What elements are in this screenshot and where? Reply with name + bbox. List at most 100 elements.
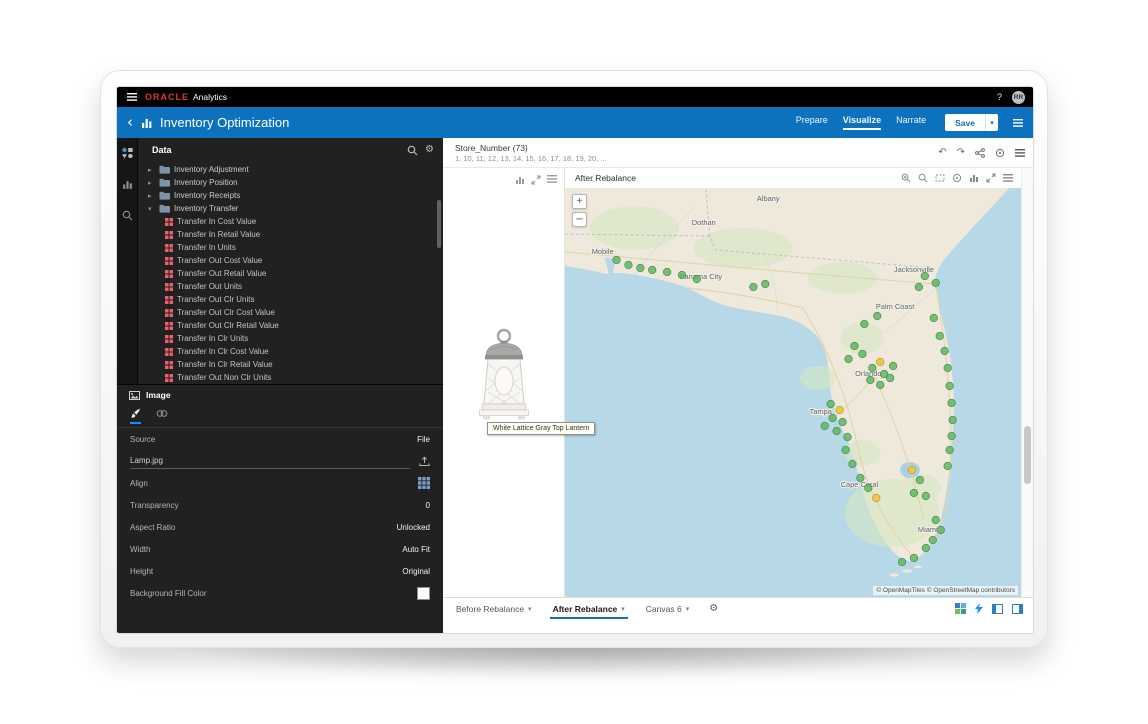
store-point[interactable]	[876, 381, 884, 389]
store-point[interactable]	[886, 374, 894, 382]
tree-measure-item[interactable]: Transfer In Clr Units	[138, 332, 443, 345]
store-point[interactable]	[849, 460, 857, 468]
tab-canvas-6[interactable]: Canvas 6▾	[643, 598, 692, 619]
lantern-image[interactable]	[474, 326, 534, 427]
canvas-scrollbar[interactable]	[1021, 168, 1033, 597]
tree-measure-item[interactable]: Transfer Out Units	[138, 280, 443, 293]
store-point[interactable]	[869, 364, 877, 372]
header-menu-icon[interactable]	[1013, 119, 1023, 127]
store-point[interactable]	[678, 271, 686, 279]
tree-measure-item[interactable]: Transfer In Cost Value	[138, 215, 443, 228]
store-point[interactable]	[876, 358, 884, 366]
store-point[interactable]	[827, 400, 835, 408]
properties-tab-general[interactable]	[130, 408, 141, 424]
tree-folder-item[interactable]: ▸Inventory Receipts	[138, 189, 443, 202]
legend-icon[interactable]	[952, 173, 962, 183]
store-point[interactable]	[949, 416, 957, 424]
image-visualization[interactable]: White Lattice Gray Top Lantern	[443, 168, 565, 597]
store-point[interactable]	[948, 399, 956, 407]
expand-arrow-icon[interactable]: ▸	[148, 166, 155, 174]
store-point[interactable]	[948, 432, 956, 440]
store-point[interactable]	[851, 342, 859, 350]
tab-after-rebalance[interactable]: After Rebalance▾	[550, 598, 628, 619]
visualizations-tab-icon[interactable]	[122, 177, 133, 195]
tree-measure-item[interactable]: Transfer Out Clr Units	[138, 293, 443, 306]
store-point[interactable]	[873, 494, 881, 502]
quick-insights-icon[interactable]	[955, 603, 966, 614]
tree-measure-item[interactable]: Transfer In Clr Retail Value	[138, 358, 443, 371]
select-tool-icon[interactable]	[935, 173, 945, 183]
store-point[interactable]	[663, 268, 671, 276]
maximize-icon[interactable]	[531, 175, 541, 185]
store-point[interactable]	[910, 489, 918, 497]
expand-arrow-icon[interactable]: ▸	[148, 192, 155, 200]
store-point[interactable]	[859, 350, 867, 358]
chevron-down-icon[interactable]: ▾	[528, 605, 532, 613]
tree-measure-item[interactable]: Transfer Out Cost Value	[138, 254, 443, 267]
store-point[interactable]	[839, 418, 847, 426]
store-point[interactable]	[929, 536, 937, 544]
tree-folder-item[interactable]: ▾Inventory Transfer	[138, 202, 443, 215]
color-swatch[interactable]	[417, 587, 430, 600]
tree-measure-item[interactable]: Transfer Out Clr Retail Value	[138, 319, 443, 332]
tree-measure-item[interactable]: Transfer Out Clr Cost Value	[138, 306, 443, 319]
global-menu-icon[interactable]	[127, 93, 137, 101]
viz-menu-icon[interactable]	[1003, 174, 1013, 182]
back-button[interactable]: ‹	[127, 115, 133, 130]
map-canvas[interactable]: AlbanyDothanMobilePanama CityJacksonvill…	[565, 188, 1021, 597]
store-point[interactable]	[944, 364, 952, 372]
zoom-search-icon[interactable]	[918, 173, 928, 183]
avatar[interactable]: RR	[1012, 91, 1025, 104]
store-point[interactable]	[889, 362, 897, 370]
property-value[interactable]: Auto Fit	[402, 545, 430, 554]
property-value[interactable]: Original	[402, 567, 430, 576]
store-point[interactable]	[922, 492, 930, 500]
expand-arrow-icon[interactable]: ▾	[148, 205, 155, 213]
store-point[interactable]	[946, 382, 954, 390]
canvas-menu-icon[interactable]	[1015, 149, 1025, 157]
store-point[interactable]	[916, 476, 924, 484]
store-point[interactable]	[946, 446, 954, 454]
save-dropdown-caret[interactable]: ▾	[985, 114, 998, 131]
store-point[interactable]	[829, 414, 837, 422]
preview-icon[interactable]	[995, 148, 1005, 158]
store-point[interactable]	[932, 279, 940, 287]
store-point[interactable]	[613, 256, 621, 264]
auto-insights-icon[interactable]	[975, 603, 983, 614]
save-button[interactable]: Save	[945, 114, 985, 131]
store-point[interactable]	[873, 312, 881, 320]
store-point[interactable]	[821, 422, 829, 430]
store-point[interactable]	[930, 314, 938, 322]
add-canvas-gear-icon[interactable]: ⚙	[709, 603, 718, 614]
viz-menu-icon[interactable]	[547, 175, 557, 185]
property-value[interactable]: File	[417, 435, 430, 444]
share-icon[interactable]	[975, 148, 985, 158]
search-icon[interactable]	[407, 145, 418, 156]
tree-folder-item[interactable]: ▸Inventory Position	[138, 176, 443, 189]
store-point[interactable]	[921, 272, 929, 280]
property-value[interactable]: Unlocked	[397, 523, 430, 532]
store-point[interactable]	[898, 558, 906, 566]
tree-measure-item[interactable]: Transfer In Units	[138, 241, 443, 254]
nav-prepare[interactable]: Prepare	[796, 107, 828, 138]
redo-icon[interactable]: ↷	[957, 148, 965, 158]
gear-icon[interactable]: ⚙	[425, 145, 434, 155]
help-button[interactable]: ?	[997, 92, 1002, 102]
store-point[interactable]	[833, 427, 841, 435]
left-panel-toggle-icon[interactable]	[992, 604, 1003, 614]
maximize-icon[interactable]	[986, 173, 996, 183]
store-point[interactable]	[637, 264, 645, 272]
image-source-input[interactable]: Lamp.jpg	[130, 454, 410, 469]
store-point[interactable]	[857, 474, 865, 482]
chevron-down-icon[interactable]: ▾	[621, 605, 625, 613]
zoom-in-button[interactable]: +	[572, 194, 587, 209]
store-point[interactable]	[910, 554, 918, 562]
chevron-down-icon[interactable]: ▾	[686, 605, 690, 613]
tree-measure-item[interactable]: Transfer Out Non Clr Units	[138, 371, 443, 384]
store-point[interactable]	[836, 406, 844, 414]
store-point[interactable]	[922, 544, 930, 552]
zoom-in-tool-icon[interactable]	[901, 173, 911, 183]
store-point[interactable]	[865, 484, 873, 492]
store-point[interactable]	[842, 446, 850, 454]
nav-narrate[interactable]: Narrate	[896, 107, 926, 138]
